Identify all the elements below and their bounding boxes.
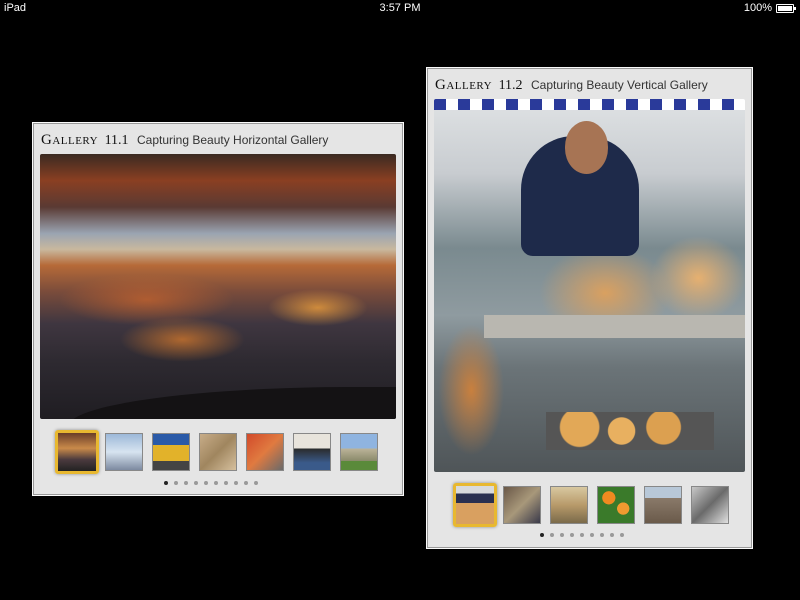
gallery-caption: Capturing Beauty Horizontal Gallery: [137, 133, 329, 147]
thumbnail[interactable]: [105, 433, 143, 471]
page-dot[interactable]: [244, 481, 248, 485]
gallery-horizontal: Gallery 11.1 Capturing Beauty Horizontal…: [32, 122, 404, 496]
page-dot[interactable]: [570, 533, 574, 537]
bread-counter: [483, 315, 745, 338]
airplane-wing: [68, 387, 396, 419]
thumbnail[interactable]: [152, 433, 190, 471]
page-dot[interactable]: [164, 481, 168, 485]
thumbnail[interactable]: [293, 433, 331, 471]
thumbnail[interactable]: [246, 433, 284, 471]
bread-tray: [545, 412, 714, 450]
page-dot[interactable]: [174, 481, 178, 485]
clock: 3:57 PM: [379, 2, 421, 14]
thumbnail[interactable]: [453, 483, 497, 527]
gallery-label: Gallery: [435, 77, 493, 93]
page-dot[interactable]: [590, 533, 594, 537]
battery-icon: [776, 3, 796, 13]
page-dot[interactable]: [550, 533, 554, 537]
thumbnail[interactable]: [199, 433, 237, 471]
gallery-main-photo[interactable]: [40, 154, 396, 419]
gallery-number: 11.1: [104, 133, 129, 148]
page-dot[interactable]: [234, 481, 238, 485]
vendor-head: [564, 121, 609, 174]
gallery-label: Gallery: [41, 132, 99, 148]
gallery-caption: Capturing Beauty Vertical Gallery: [531, 78, 708, 92]
gallery-vertical: Gallery 11.2 Capturing Beauty Vertical G…: [426, 67, 753, 549]
page-dot[interactable]: [560, 533, 564, 537]
thumbnail[interactable]: [340, 433, 378, 471]
gallery-title: Gallery 11.2 Capturing Beauty Vertical G…: [435, 76, 708, 94]
thumbnail-strip: [55, 430, 385, 474]
battery-indicator: 100%: [743, 0, 796, 16]
page-dot[interactable]: [204, 481, 208, 485]
thumbnail-strip: [453, 483, 733, 527]
page-indicator[interactable]: [540, 533, 624, 537]
gallery-main-photo[interactable]: [434, 99, 745, 472]
thumbnail[interactable]: [644, 486, 682, 524]
thumbnail[interactable]: [597, 486, 635, 524]
page-indicator[interactable]: [164, 481, 258, 485]
thumbnail[interactable]: [503, 486, 541, 524]
gallery-title: Gallery 11.1 Capturing Beauty Horizontal…: [41, 131, 328, 149]
battery-percent: 100%: [743, 2, 772, 14]
thumbnail[interactable]: [55, 430, 99, 474]
gallery-number: 11.2: [498, 78, 523, 93]
page-dot[interactable]: [224, 481, 228, 485]
page-dot[interactable]: [184, 481, 188, 485]
page-dot[interactable]: [620, 533, 624, 537]
page-dot[interactable]: [600, 533, 604, 537]
page-dot[interactable]: [540, 533, 544, 537]
page-dot[interactable]: [194, 481, 198, 485]
striped-awning: [434, 99, 745, 111]
page-dot[interactable]: [610, 533, 614, 537]
page-dot[interactable]: [214, 481, 218, 485]
page-dot[interactable]: [580, 533, 584, 537]
page-dot[interactable]: [254, 481, 258, 485]
thumbnail[interactable]: [691, 486, 729, 524]
status-bar: iPad 3:57 PM 100%: [0, 0, 800, 16]
thumbnail[interactable]: [550, 486, 588, 524]
